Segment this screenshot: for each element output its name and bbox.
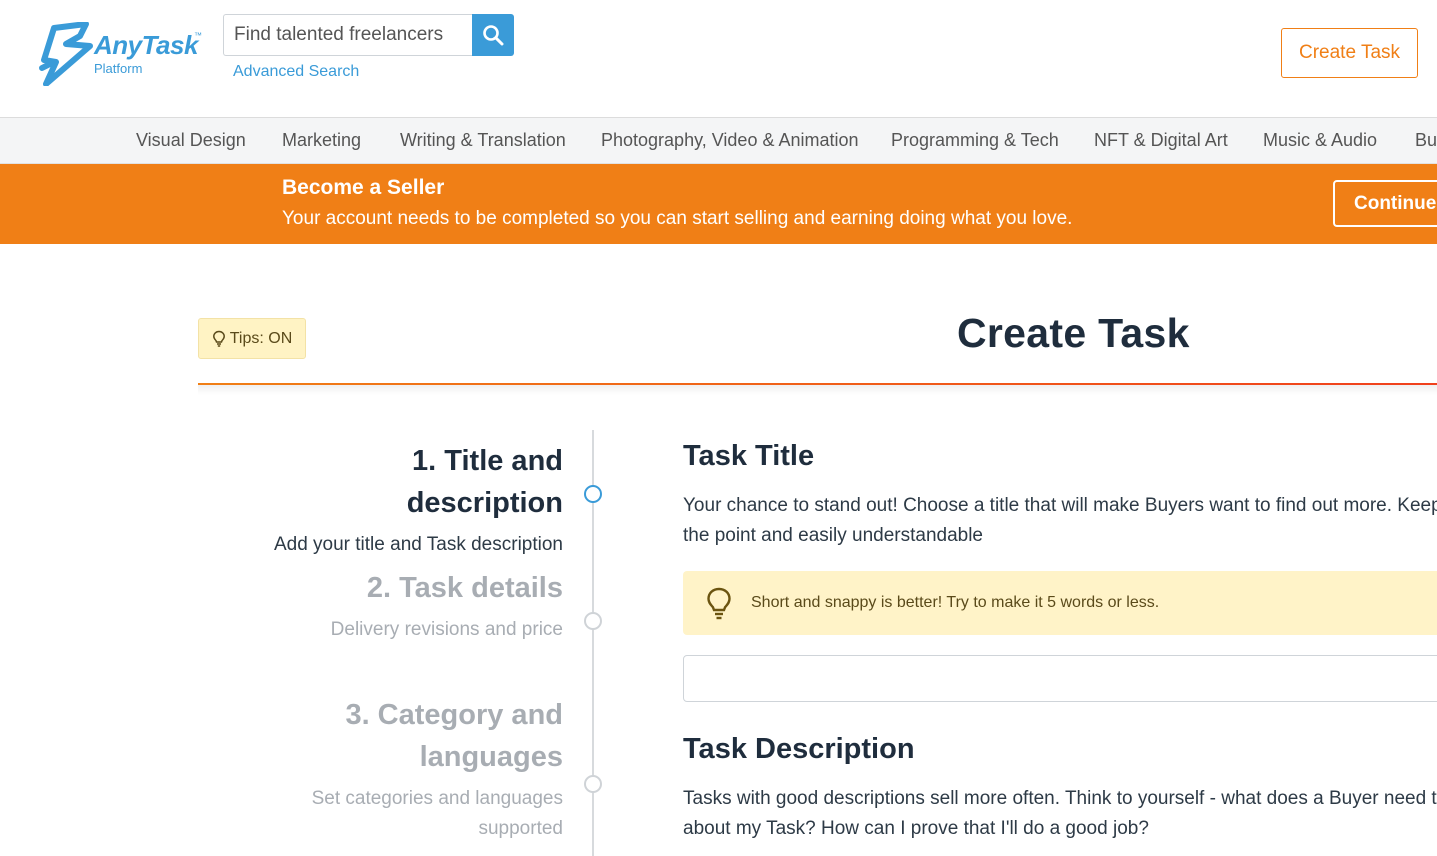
- step-category-languages[interactable]: 3. Category and languages Set categories…: [273, 694, 563, 844]
- banner-text: Your account needs to be completed so yo…: [282, 208, 1073, 229]
- tips-toggle[interactable]: Tips: ON: [198, 318, 306, 359]
- category-nft-digital-art[interactable]: NFT & Digital Art: [1094, 130, 1228, 151]
- create-task-button[interactable]: Create Task: [1281, 28, 1418, 78]
- step-1-subtitle: Add your title and Task description: [273, 534, 563, 555]
- trademark-mark: ™: [194, 31, 202, 40]
- step-3-subtitle: Set categories and languages supported: [311, 788, 563, 839]
- category-marketing[interactable]: Marketing: [282, 130, 361, 151]
- category-programming-tech[interactable]: Programming & Tech: [891, 130, 1059, 151]
- page-title: Create Task: [957, 310, 1190, 356]
- search-input[interactable]: [223, 14, 473, 56]
- category-business[interactable]: Business: [1415, 130, 1437, 151]
- task-title-tip: Short and snappy is better! Try to make …: [683, 571, 1437, 635]
- task-title-heading: Task Title: [683, 440, 815, 472]
- step-3-title: 3. Category and languages: [345, 699, 563, 773]
- banner-title: Become a Seller: [282, 176, 445, 199]
- step-2-subtitle: Delivery revisions and price: [330, 619, 563, 640]
- step-2-title: 2. Task details: [366, 572, 563, 604]
- step-3-indicator: [584, 775, 602, 793]
- step-2-indicator: [584, 612, 602, 630]
- task-title-tip-text: Short and snappy is better! Try to make …: [751, 594, 1160, 611]
- tips-label: Tips: ON: [229, 329, 293, 347]
- lightning-logo-icon: [39, 22, 93, 86]
- task-description-help-line-1: Tasks with good descriptions sell more o…: [683, 788, 1437, 809]
- brand-subtitle: Platform: [94, 61, 143, 76]
- search-button[interactable]: [472, 14, 514, 56]
- lightbulb-icon: [707, 587, 731, 620]
- task-title-input[interactable]: [683, 655, 1437, 702]
- lightbulb-icon: [212, 330, 225, 347]
- step-title-description[interactable]: 1. Title and description Add your title …: [253, 440, 563, 560]
- task-description-heading: Task Description: [683, 733, 915, 765]
- brand-name: AnyTask: [94, 30, 198, 60]
- title-divider-shadow: [198, 385, 1437, 395]
- task-title-help-line-1: Your chance to stand out! Choose a title…: [683, 495, 1437, 516]
- category-photography-video-animation[interactable]: Photography, Video & Animation: [601, 130, 859, 151]
- category-visual-design[interactable]: Visual Design: [136, 130, 246, 151]
- continue-button[interactable]: Continue: [1333, 180, 1437, 227]
- category-music-audio[interactable]: Music & Audio: [1263, 130, 1377, 151]
- step-task-details[interactable]: 2. Task details Delivery revisions and p…: [253, 567, 563, 645]
- anytask-logo[interactable]: AnyTask ™ Platform: [36, 22, 211, 86]
- task-description-help-line-2: about my Task? How can I prove that I'll…: [683, 818, 1149, 839]
- search-icon: [483, 25, 504, 46]
- site-header: AnyTask ™ Platform Advanced Search Creat…: [0, 0, 1437, 118]
- category-nav: Visual Design Marketing Writing & Transl…: [0, 118, 1437, 164]
- task-title-help-line-2: the point and easily understandable: [683, 525, 984, 546]
- become-seller-banner: Become a Seller Your account needs to be…: [0, 164, 1437, 244]
- step-1-title: 1. Title and description: [406, 445, 563, 519]
- category-writing-translation[interactable]: Writing & Translation: [400, 130, 566, 151]
- advanced-search-link[interactable]: Advanced Search: [233, 63, 359, 81]
- step-1-indicator: [584, 485, 602, 503]
